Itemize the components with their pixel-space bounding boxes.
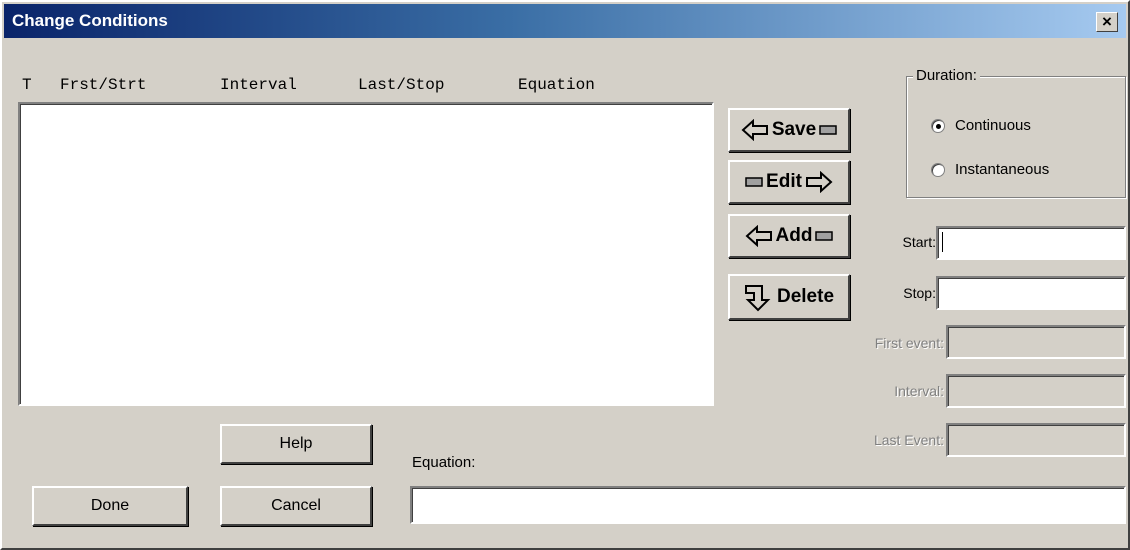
- help-button[interactable]: Help: [220, 424, 372, 464]
- duration-legend: Duration:: [913, 67, 980, 84]
- radio-selected-icon: [931, 118, 945, 133]
- change-conditions-dialog: Change Conditions × T Frst/Strt Interval…: [0, 0, 1130, 550]
- column-header-type: T: [22, 76, 32, 94]
- block-icon: [819, 125, 837, 135]
- last-event-field: [946, 423, 1126, 457]
- radio-unselected-icon: [931, 162, 945, 177]
- cancel-label: Cancel: [271, 497, 321, 514]
- add-label: Add: [775, 225, 813, 246]
- duration-group: Duration: Continuous Instantaneous: [906, 67, 1126, 198]
- start-field[interactable]: [936, 226, 1126, 260]
- first-event-field: [946, 325, 1126, 359]
- cancel-button[interactable]: Cancel: [220, 486, 372, 526]
- column-header-interval: Interval: [220, 76, 297, 94]
- save-button[interactable]: Save: [728, 108, 850, 152]
- help-label: Help: [279, 435, 313, 452]
- conditions-list[interactable]: [18, 102, 714, 406]
- continuous-label: Continuous: [955, 117, 1031, 134]
- first-event-label: First event:: [874, 335, 944, 351]
- stop-field[interactable]: [936, 276, 1126, 310]
- done-button[interactable]: Done: [32, 486, 188, 526]
- edit-button[interactable]: Edit: [728, 160, 850, 204]
- text-cursor: [942, 232, 943, 252]
- equation-field[interactable]: [410, 486, 1126, 524]
- left-arrow-icon: [745, 225, 772, 247]
- left-arrow-icon: [741, 119, 768, 141]
- title-bar[interactable]: Change Conditions ×: [4, 4, 1126, 38]
- save-label: Save: [771, 119, 817, 140]
- column-header-equation: Equation: [518, 76, 595, 94]
- edit-label: Edit: [766, 171, 802, 192]
- right-arrow-icon: [805, 171, 833, 193]
- column-header-first-start: Frst/Strt: [60, 76, 147, 94]
- stop-label: Stop:: [903, 285, 936, 301]
- done-label: Done: [90, 497, 130, 514]
- column-header-last-stop: Last/Stop: [358, 76, 445, 94]
- radio-instantaneous[interactable]: Instantaneous: [931, 161, 1049, 178]
- start-label: Start:: [902, 234, 936, 250]
- last-event-label: Last Event:: [873, 432, 944, 448]
- turn-down-arrow-icon: [744, 285, 771, 312]
- equation-label: Equation:: [412, 454, 476, 471]
- block-icon: [745, 177, 763, 187]
- close-button[interactable]: ×: [1096, 12, 1118, 32]
- window-title: Change Conditions: [12, 11, 168, 30]
- interval-field: [946, 374, 1126, 408]
- radio-continuous[interactable]: Continuous: [931, 117, 1031, 134]
- instantaneous-label: Instantaneous: [955, 161, 1050, 178]
- interval-label: Interval:: [894, 383, 944, 399]
- close-icon: ×: [1102, 12, 1112, 31]
